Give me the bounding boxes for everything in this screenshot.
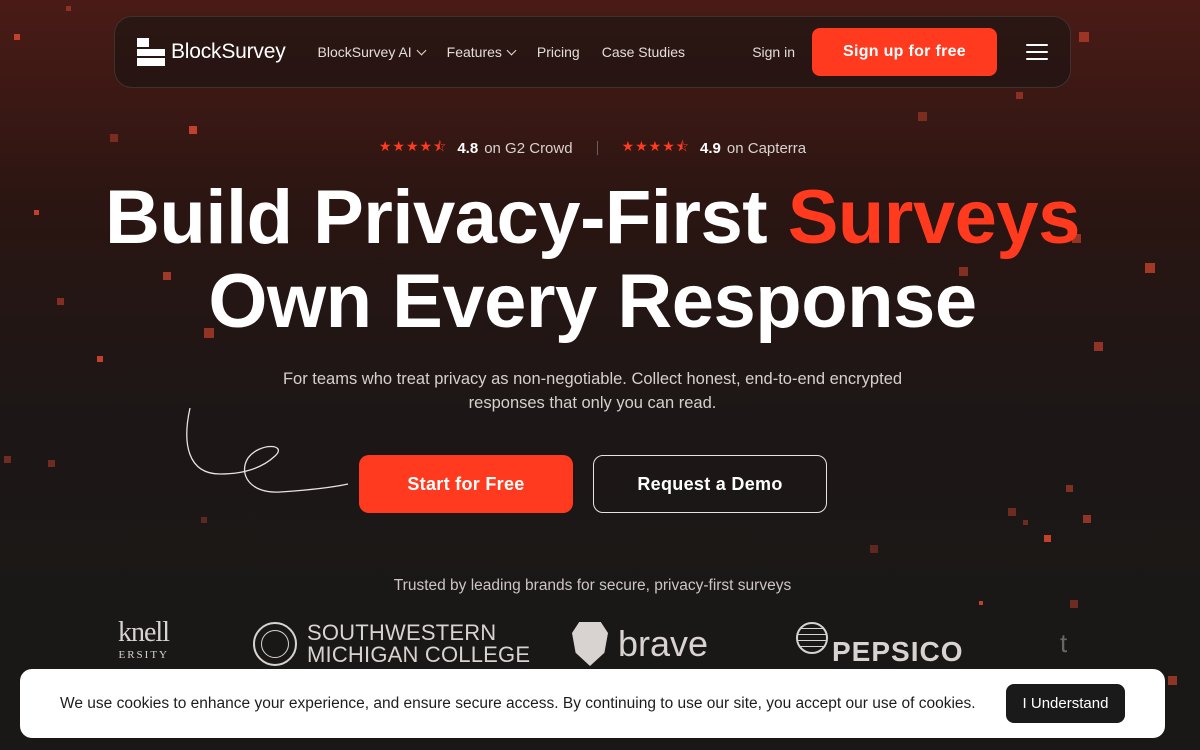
nav-links: BlockSurvey AI Features Pricing Case Stu… [318,44,685,60]
nav-actions: Sign in Sign up for free [752,28,1048,76]
college-seal-icon [253,622,297,666]
brand-logos-carousel: knell ERSITY SOUTHWESTERN MICHIGAN COLLE… [0,617,1185,672]
star-rating-icon: ★★★★⯪ [378,138,448,154]
bucknell-logo: knell ERSITY [118,617,170,662]
nav-link-pricing[interactable]: Pricing [537,44,580,60]
brave-lion-icon [572,622,608,666]
faded-logo-edge: t [1060,628,1068,658]
hamburger-icon[interactable] [1026,44,1048,60]
pepsico-globe-icon [796,622,828,654]
hero-cta-group: Start for Free Request a Demo [359,455,827,513]
nav-link-features[interactable]: Features [447,44,517,60]
logo-mark-icon [137,38,165,66]
pepsico-logo: PEPSICO [796,622,963,668]
nav-link-case-studies[interactable]: Case Studies [602,44,685,60]
top-navigation: BlockSurvey BlockSurvey AI Features Pric… [114,16,1071,88]
cookie-banner: We use cookies to enhance your experienc… [20,669,1165,738]
rating-capterra: ★★★★⯪ 4.9 on Capterra [622,136,807,160]
blocksurvey-logo[interactable]: BlockSurvey [137,38,286,66]
sign-up-button[interactable]: Sign up for free [812,28,997,76]
chevron-down-icon [506,45,517,55]
southwestern-michigan-college-logo: SOUTHWESTERN MICHIGAN COLLEGE [253,622,530,666]
ratings-divider [596,141,598,155]
rating-g2: ★★★★⯪ 4.8 on G2 Crowd [379,136,573,160]
cookie-accept-button[interactable]: I Understand [1006,684,1125,723]
chevron-down-icon [416,45,427,55]
star-rating-icon: ★★★★⯪ [621,138,691,154]
request-demo-button[interactable]: Request a Demo [593,455,827,513]
cookie-message: We use cookies to enhance your experienc… [60,694,976,712]
ratings-bar: ★★★★⯪ 4.8 on G2 Crowd ★★★★⯪ 4.9 on Capte… [0,136,1185,160]
logo-text: BlockSurvey [171,40,286,63]
sign-in-link[interactable]: Sign in [752,44,795,60]
hero-subtitle: For teams who treat privacy as non-negot… [282,370,903,412]
decorative-squiggle [186,407,349,493]
brave-logo: brave [572,622,708,666]
start-for-free-button[interactable]: Start for Free [359,455,573,513]
trusted-by-label: Trusted by leading brands for secure, pr… [393,577,792,594]
hero-title-accent: Surveys [787,175,1081,260]
nav-link-blocksurvey-ai[interactable]: BlockSurvey AI [318,44,427,60]
hero-title: Build Privacy-First Surveys Own Every Re… [105,175,1081,344]
